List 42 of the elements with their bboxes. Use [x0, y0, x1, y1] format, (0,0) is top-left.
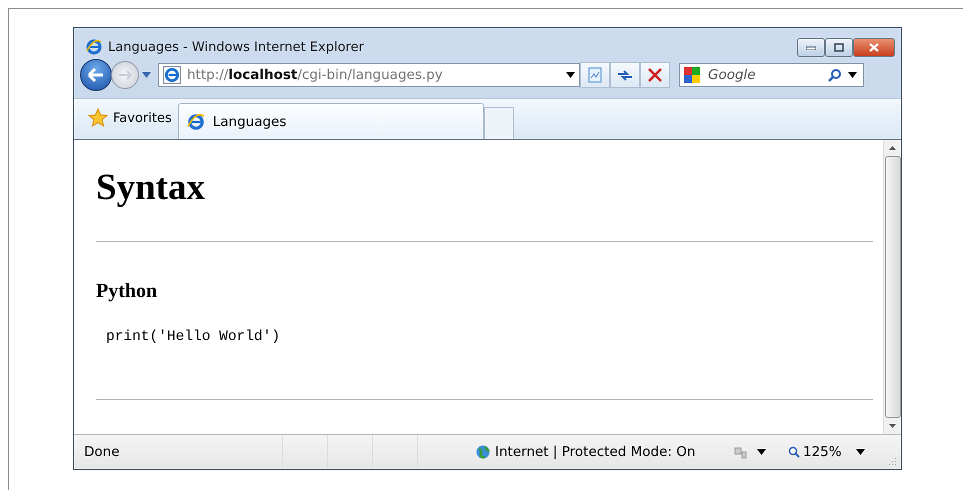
security-zone: Internet | Protected Mode: On: [476, 444, 696, 460]
page-chart-icon: [587, 67, 603, 83]
compatibility-view-button[interactable]: [580, 62, 610, 88]
down-arrow-icon[interactable]: [889, 424, 896, 428]
address-field[interactable]: http://localhost/cgi-bin/languages.py: [158, 63, 580, 87]
magnifier-icon: [788, 446, 800, 458]
google-logo-icon: [684, 67, 700, 83]
close-button[interactable]: [853, 38, 895, 57]
close-icon: [869, 43, 879, 52]
search-icon[interactable]: [828, 68, 842, 82]
resize-grip-icon[interactable]: [887, 456, 897, 466]
minimize-button[interactable]: [797, 38, 825, 57]
left-arrow-icon: [87, 68, 105, 82]
favorites-button[interactable]: Favorites: [80, 101, 178, 139]
dropdown-icon[interactable]: [566, 72, 575, 78]
star-icon: [88, 108, 108, 128]
window-title: Languages - Windows Internet Explorer: [108, 40, 364, 54]
ie-logo-icon: [186, 112, 205, 130]
up-arrow-icon[interactable]: [889, 146, 896, 150]
globe-icon: [476, 445, 490, 459]
code-line: print('Hello World'): [106, 329, 280, 345]
back-button[interactable]: [80, 59, 112, 91]
refresh-button[interactable]: [610, 62, 640, 88]
status-text: Done: [84, 444, 121, 460]
page-heading: Syntax: [96, 166, 206, 209]
right-arrow-icon: [118, 70, 132, 80]
dropdown-icon[interactable]: [856, 449, 865, 455]
refresh-icon: [617, 68, 633, 82]
browser-tab[interactable]: Languages: [178, 103, 484, 139]
search-box[interactable]: Google: [679, 63, 864, 87]
minimize-icon: [806, 46, 816, 50]
maximize-icon: [834, 43, 844, 52]
dropdown-icon[interactable]: [757, 449, 766, 455]
stop-button[interactable]: [640, 62, 670, 88]
ie-page-icon: [163, 66, 181, 84]
section-heading: Python: [96, 280, 158, 303]
ie-logo-icon: [86, 39, 102, 55]
stop-icon: [647, 67, 663, 83]
scrollbar[interactable]: [883, 140, 901, 434]
dropdown-icon[interactable]: [848, 72, 857, 78]
zoom-level[interactable]: 125%: [788, 444, 848, 460]
maximize-button[interactable]: [825, 38, 853, 57]
